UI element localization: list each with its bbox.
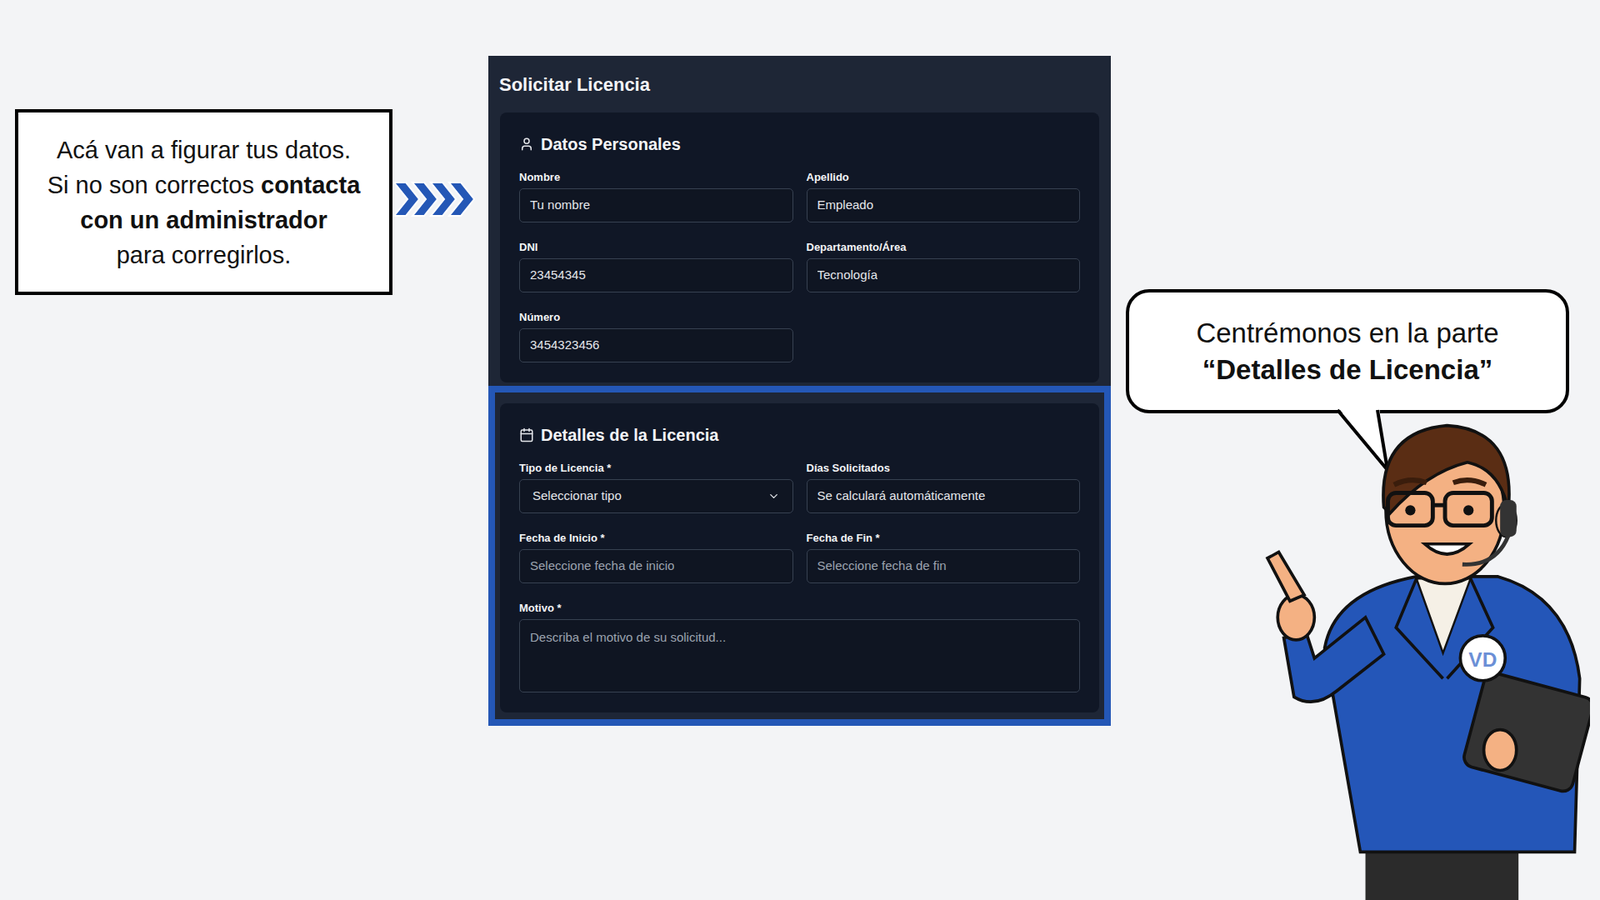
form-field: Fecha de Inicio * Seleccione fecha de ini… [519, 531, 794, 584]
bubble-line: “Detalles de Licencia” [1202, 351, 1493, 389]
slide: Acá van a figurar tus datos.Si no son co… [0, 0, 1600, 900]
bubble-line: Centrémonos en la parte [1195, 315, 1499, 352]
field-label: Departamento/Área [806, 240, 1081, 255]
section-card: Datos Personales Nombre Tu nombre Apellido E… [500, 112, 1100, 383]
section-header: Datos Personales [519, 134, 1080, 155]
callout-line: con un administrador [80, 202, 327, 238]
textarea-placeholder: Describa el motivo de su solicitud... [530, 630, 726, 645]
info-callout: Acá van a figurar tus datos.Si no son co… [15, 109, 393, 295]
field-label: Motivo * [519, 601, 1080, 615]
input-box[interactable]: Seleccione fecha de fin [806, 549, 1081, 584]
form-title: Solicitar Licencia [488, 55, 1111, 113]
badge-text: VD [1468, 648, 1497, 671]
input-text: 3454323456 [530, 335, 600, 355]
section-title: Datos Personales [540, 134, 681, 155]
field-label: Fecha de Inicio * [519, 531, 794, 545]
form-field: Motivo * Describa el motivo de su solicit… [519, 601, 1080, 693]
field-label: DNI [519, 240, 794, 255]
input-text: Se calculará automáticamente [817, 486, 986, 506]
section-wrapper: Datos Personales Nombre Tu nombre Apellido E… [488, 112, 1111, 383]
textarea-box[interactable]: Describa el motivo de su solicitud... [519, 619, 1080, 693]
input-box[interactable]: Tu nombre [519, 188, 794, 223]
form-field: Fecha de Fin * Seleccione fecha de fin [806, 531, 1081, 584]
license-form-panel: Solicitar Licencia Datos Personales Nombre… [488, 55, 1111, 726]
form-field: Días Solicitados Se calculará automáticam… [806, 461, 1081, 514]
input-text: 23454345 [530, 265, 586, 285]
field-label: Apellido [806, 170, 1081, 185]
user-icon [519, 136, 535, 152]
input-box[interactable]: 23454345 [519, 258, 794, 293]
field-label: Nombre [519, 170, 794, 185]
field-grid: Tipo de Licencia * Seleccionar tipo Días S… [519, 461, 1080, 693]
form-field: Nombre Tu nombre [519, 170, 794, 223]
bubble-tail-icon [1329, 406, 1396, 474]
section-card: Detalles de la Licencia Tipo de Licencia … [500, 403, 1100, 713]
form-field: Tipo de Licencia * Seleccionar tipo [519, 461, 794, 514]
highlight-frame: Detalles de la Licencia Tipo de Licencia … [488, 385, 1111, 726]
form-field: Apellido Empleado [806, 170, 1081, 223]
callout-line: para corregirlos. [116, 237, 292, 273]
input-text: Seleccione fecha de fin [817, 556, 947, 576]
chevrons-icon [394, 179, 488, 220]
form-field: DNI 23454345 [519, 240, 794, 293]
callout-line: Si no son correctos contacta [47, 167, 361, 203]
select-value: Seleccionar tipo [532, 486, 622, 506]
field-label: Fecha de Fin * [806, 531, 1081, 545]
input-box[interactable]: Seleccione fecha de inicio [519, 549, 794, 584]
input-text: Tu nombre [530, 195, 590, 215]
input-text: Empleado [817, 195, 875, 215]
field-label: Tipo de Licencia * [519, 461, 794, 475]
input-box[interactable]: Tecnología [806, 258, 1081, 293]
field-label: Número [519, 310, 794, 325]
field-label: Días Solicitados [806, 461, 1081, 475]
speech-bubble: Centrémonos en la parte“Detalles de Lice… [1125, 289, 1570, 414]
field-grid: Nombre Tu nombre Apellido Empleado DNI 234543… [519, 170, 1080, 363]
callout-line: Acá van a figurar tus datos. [56, 132, 351, 168]
input-box[interactable]: Empleado [806, 188, 1081, 223]
input-text: Seleccione fecha de inicio [530, 556, 675, 576]
input-text: Tecnología [817, 265, 879, 285]
chevron-down-icon [767, 490, 780, 503]
assistant-character-icon: VD [1263, 413, 1590, 900]
form-field: Número 3454323456 [519, 310, 794, 363]
section-title: Detalles de la Licencia [540, 425, 719, 445]
input-box[interactable]: 3454323456 [519, 328, 794, 363]
form-field: Departamento/Área Tecnología [806, 240, 1081, 293]
select-box[interactable]: Seleccionar tipo [519, 479, 794, 514]
input-box[interactable]: Se calculará automáticamente [806, 479, 1081, 514]
calendar-icon [519, 427, 535, 443]
section-header: Detalles de la Licencia [519, 425, 1080, 445]
